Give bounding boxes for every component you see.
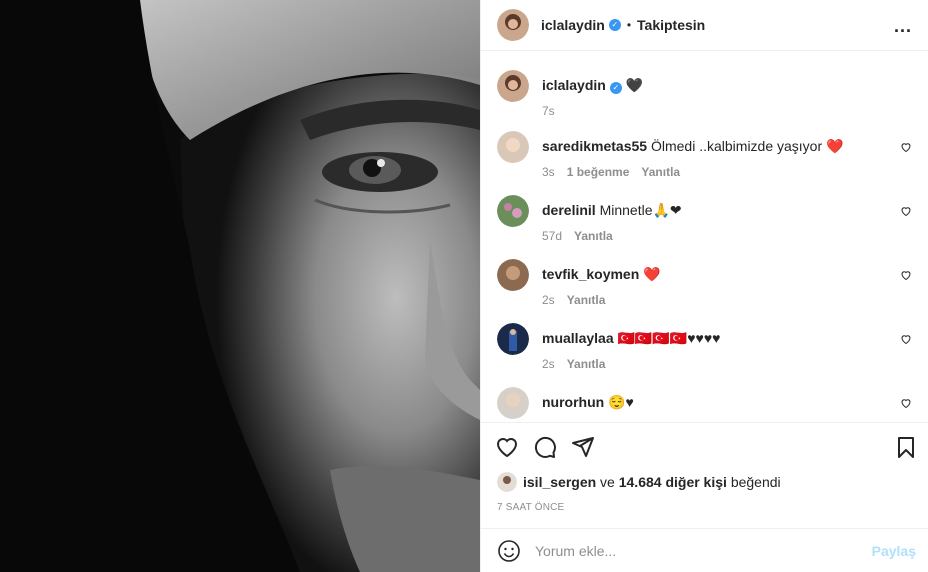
verified-badge-icon: ✓ bbox=[609, 82, 622, 94]
post-photo[interactable] bbox=[0, 0, 480, 572]
comment-text: Minnetle🙏❤ bbox=[599, 202, 682, 218]
liker-username[interactable]: isil_sergen bbox=[523, 474, 596, 490]
commenter-avatar[interactable] bbox=[497, 131, 529, 163]
emoji-smiley-icon[interactable] bbox=[497, 539, 521, 563]
like-comment-heart-icon[interactable] bbox=[900, 141, 912, 153]
separator-dot: • bbox=[626, 18, 632, 32]
save-bookmark-icon[interactable] bbox=[894, 435, 918, 459]
portrait-image bbox=[0, 0, 480, 572]
reply-button[interactable]: Yanıtla bbox=[574, 229, 613, 243]
comment-item: nurorhun 😌♥ bbox=[497, 387, 912, 422]
commenter-avatar[interactable] bbox=[497, 387, 529, 419]
comment-text: ❤️ bbox=[643, 266, 661, 282]
post-sidebar: iclalaydin ✓ • Takiptesin ... iclalaydin… bbox=[480, 0, 928, 572]
caption-time[interactable]: 7s bbox=[542, 104, 555, 118]
comment-item: saredikmetas55 Ölmedi ..kalbimizde yaşıy… bbox=[497, 131, 912, 195]
verified-badge-icon: ✓ bbox=[608, 19, 621, 31]
like-comment-heart-icon[interactable] bbox=[900, 397, 912, 409]
comment-time[interactable]: 57d bbox=[542, 229, 562, 243]
likes-summary: isil_sergen ve 14.684 diğer kişi beğendi bbox=[481, 470, 928, 494]
comment-item: muallaylaa 🇹🇷🇹🇷🇹🇷🇹🇷♥♥♥♥ 2s Yanıtla bbox=[497, 323, 912, 387]
comment-username[interactable]: nurorhun bbox=[542, 394, 604, 410]
comment-item: derelinil Minnetle🙏❤ 57d Yanıtla bbox=[497, 195, 912, 259]
post-comment-button[interactable]: Paylaş bbox=[872, 543, 916, 559]
caption-avatar[interactable] bbox=[497, 70, 529, 102]
post-actions bbox=[481, 422, 928, 470]
likes-count[interactable]: 14.684 diğer kişi bbox=[619, 474, 727, 490]
commenter-avatar[interactable] bbox=[497, 259, 529, 291]
comment-text: Ölmedi ..kalbimizde yaşıyor ❤️ bbox=[650, 138, 844, 154]
reply-button[interactable]: Yanıtla bbox=[641, 165, 680, 179]
author-username[interactable]: iclalaydin bbox=[541, 17, 605, 33]
comment-item: tevfik_koymen ❤️ 2s Yanıtla bbox=[497, 259, 912, 323]
comment-username[interactable]: derelinil bbox=[542, 202, 596, 218]
author-avatar[interactable] bbox=[497, 9, 529, 41]
likes-connector: ve bbox=[600, 474, 615, 490]
comment-time[interactable]: 2s bbox=[542, 293, 555, 307]
follow-status-button[interactable]: Takiptesin bbox=[637, 17, 705, 33]
comment-input[interactable]: Yorum ekle... bbox=[535, 543, 616, 559]
comment-username[interactable]: muallaylaa bbox=[542, 330, 614, 346]
post-timestamp[interactable]: 7 SAAT ÖNCE bbox=[481, 494, 928, 528]
comments-list[interactable]: iclalaydin ✓ 🖤 7s saredikmetas55 Ölmedi .… bbox=[481, 51, 928, 422]
reply-button[interactable]: Yanıtla bbox=[567, 293, 606, 307]
comment-time[interactable]: 3s bbox=[542, 165, 555, 179]
post-viewer: iclalaydin ✓ • Takiptesin ... iclalaydin… bbox=[0, 0, 928, 572]
comment-likes[interactable]: 1 beğenme bbox=[567, 165, 630, 179]
liker-avatar[interactable] bbox=[497, 472, 517, 492]
like-comment-heart-icon[interactable] bbox=[900, 269, 912, 281]
commenter-avatar[interactable] bbox=[497, 323, 529, 355]
post-header: iclalaydin ✓ • Takiptesin ... bbox=[481, 0, 928, 51]
comment-bubble-icon[interactable] bbox=[533, 435, 557, 459]
share-paper-plane-icon[interactable] bbox=[571, 435, 595, 459]
more-options-icon[interactable]: ... bbox=[894, 16, 912, 37]
post-caption: iclalaydin ✓ 🖤 7s bbox=[497, 51, 912, 131]
comment-username[interactable]: tevfik_koymen bbox=[542, 266, 639, 282]
reply-button[interactable]: Yanıtla bbox=[567, 357, 606, 371]
comment-username[interactable]: saredikmetas55 bbox=[542, 138, 647, 154]
like-comment-heart-icon[interactable] bbox=[900, 205, 912, 217]
likes-suffix: beğendi bbox=[730, 474, 781, 490]
comment-time[interactable]: 2s bbox=[542, 357, 555, 371]
like-comment-heart-icon[interactable] bbox=[900, 333, 912, 345]
like-heart-icon[interactable] bbox=[495, 435, 519, 459]
add-comment-bar: Yorum ekle... Paylaş bbox=[481, 528, 928, 572]
commenter-avatar[interactable] bbox=[497, 195, 529, 227]
caption-username[interactable]: iclalaydin bbox=[542, 77, 606, 93]
comment-text: 😌♥ bbox=[608, 394, 634, 410]
caption-text: 🖤 bbox=[625, 77, 644, 93]
comment-text: 🇹🇷🇹🇷🇹🇷🇹🇷♥♥♥♥ bbox=[617, 330, 721, 346]
